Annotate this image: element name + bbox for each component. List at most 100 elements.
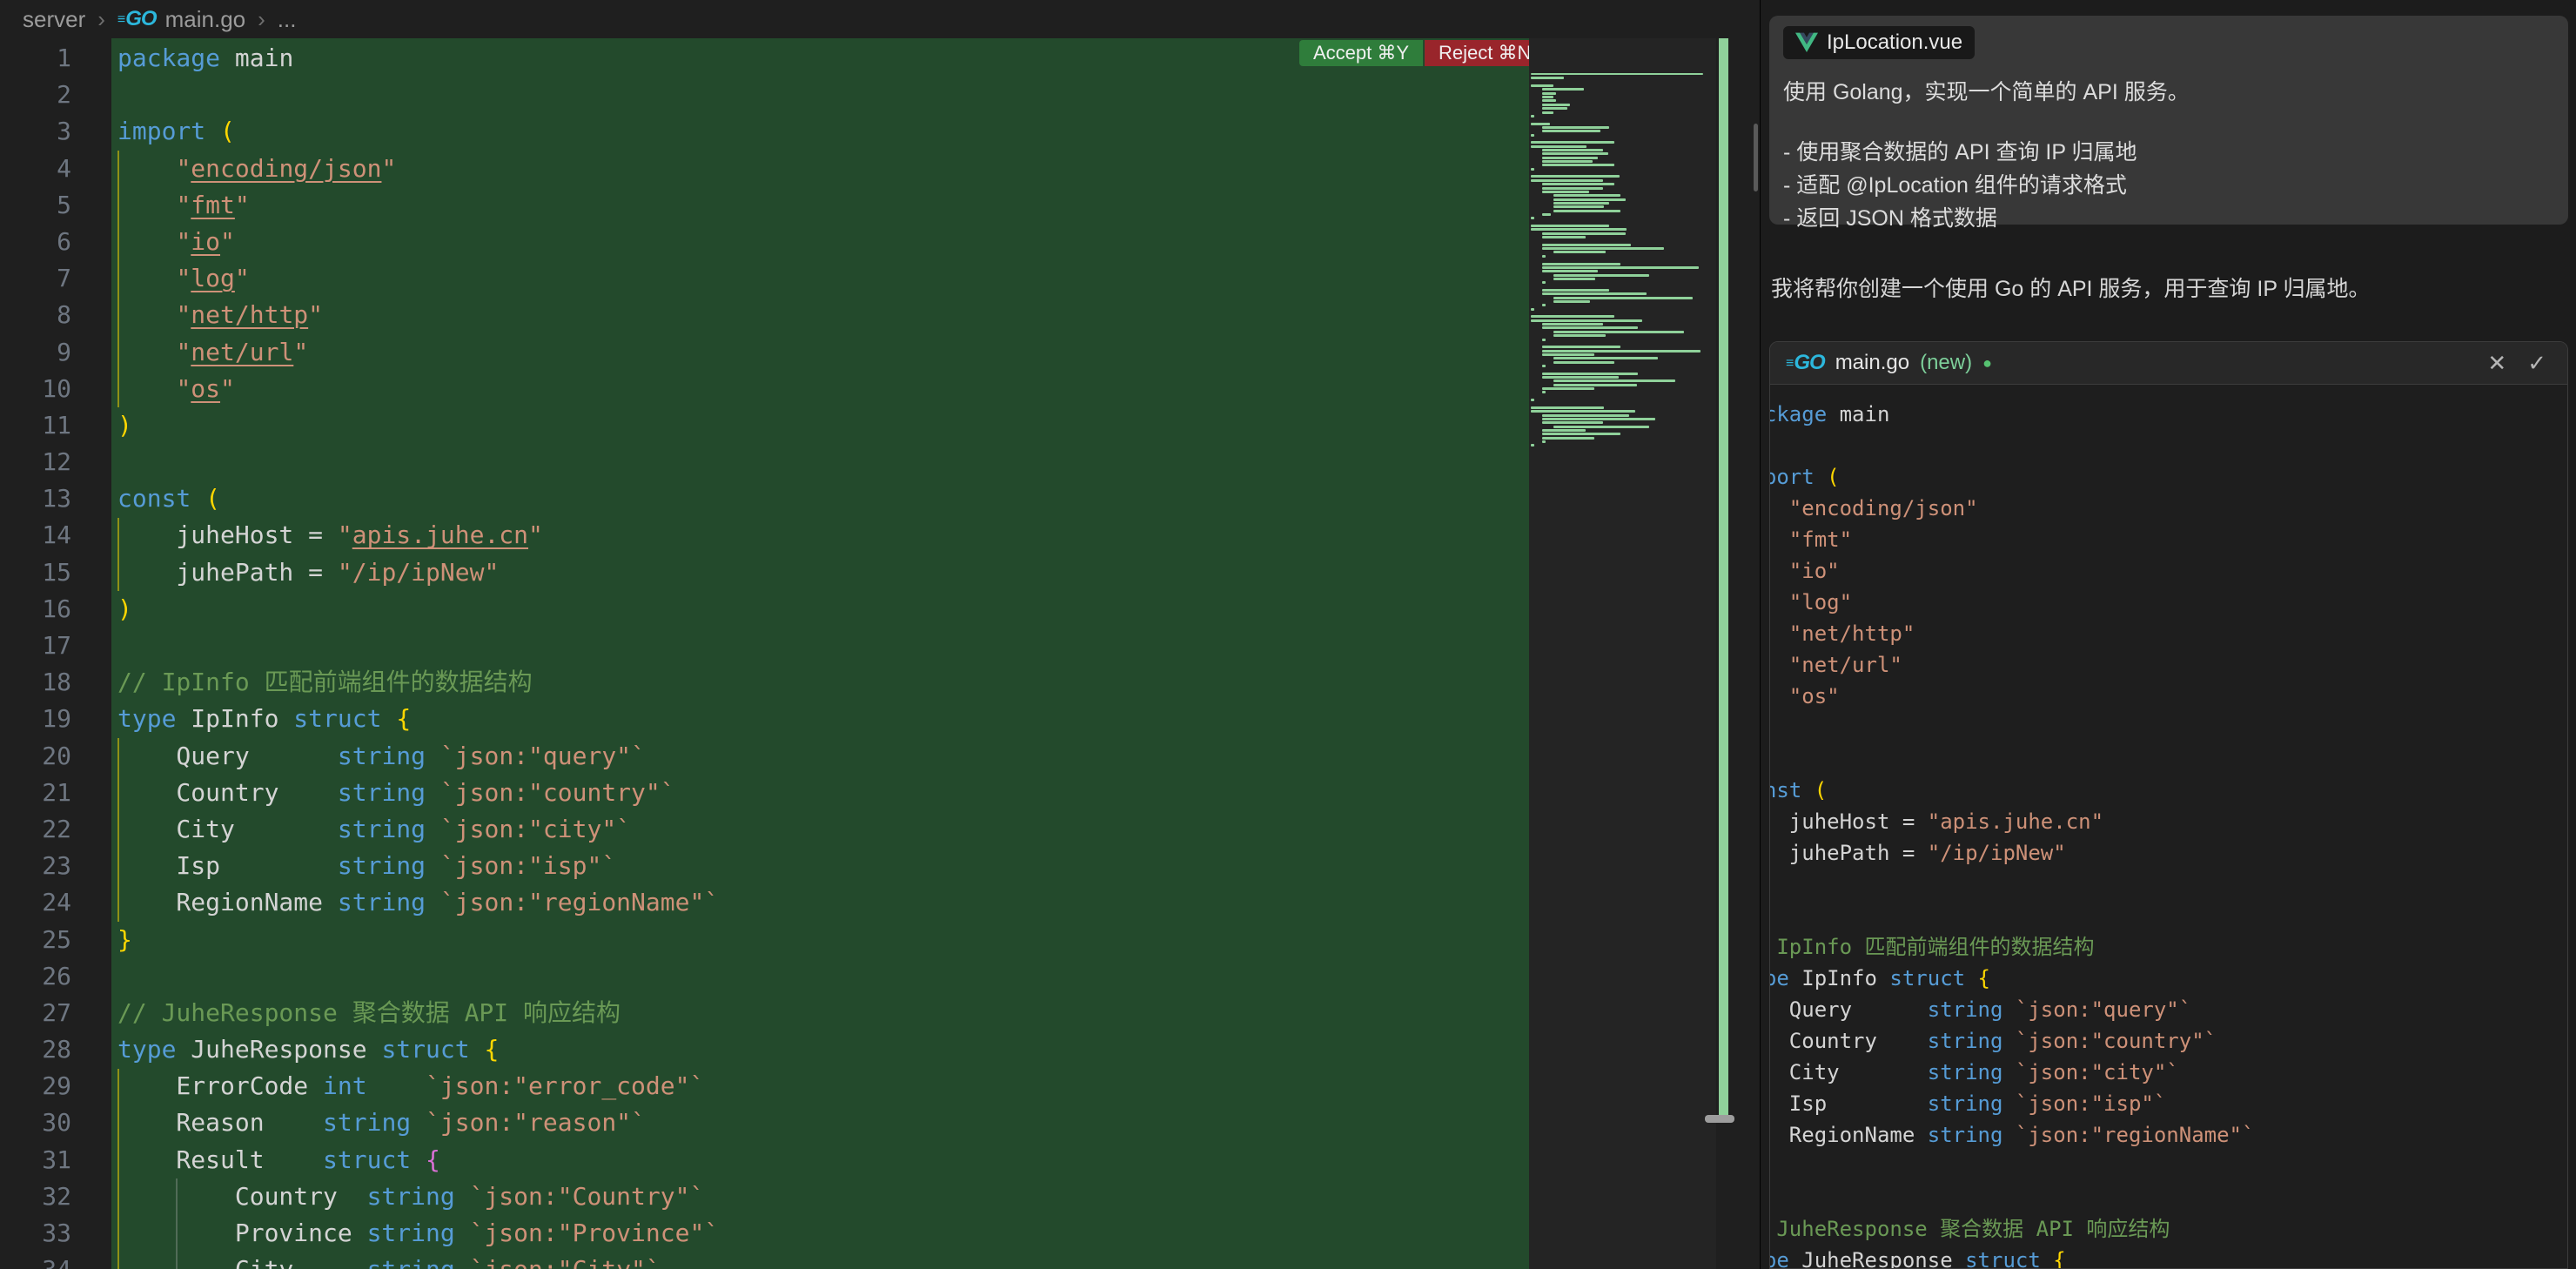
minimap[interactable] (1529, 38, 1716, 1269)
attached-file-name: IpLocation.vue (1827, 30, 1962, 55)
assistant-message-text: 我将帮你创建一个使用 Go 的 API 服务，用于查询 IP 归属地。 (1771, 272, 2563, 303)
panel-code-line: juheHost = "apis.juhe.cn" (1770, 806, 2567, 837)
minimap-line (1553, 334, 1606, 337)
line-number: 2 (0, 77, 71, 113)
minimap-line (1542, 289, 1609, 292)
minimap-line (1531, 410, 1635, 413)
minimap-line (1542, 183, 1614, 185)
panel-code-line: type IpInfo struct { (1770, 963, 2567, 994)
minimap-line (1542, 247, 1664, 250)
minimap-line (1542, 373, 1638, 375)
minimap-line (1542, 281, 1546, 284)
line-number: 17 (0, 628, 71, 664)
panel-code-line: Country string `json:"country"` (1770, 1025, 2567, 1057)
minimap-line (1531, 115, 1534, 118)
code-line: City string `json:"city"` (117, 811, 719, 848)
line-number: 21 (0, 775, 71, 811)
minimap-line (1531, 145, 1587, 148)
code-line: "os" (117, 371, 719, 407)
user-message-bullets: - 使用聚合数据的 API 查询 IP 归属地 - 适配 @IpLocation… (1783, 136, 2554, 235)
code-line: Isp string `json:"isp"` (117, 848, 719, 884)
code-line: "encoding/json" (117, 151, 719, 187)
accept-button[interactable]: Accept ⌘Y (1299, 40, 1423, 66)
chat-scrollbar-thumb[interactable] (1754, 124, 1758, 191)
line-number: 32 (0, 1178, 71, 1215)
minimap-line (1542, 191, 1589, 193)
panel-code-line: "encoding/json" (1770, 493, 2567, 524)
code-line: "log" (117, 260, 719, 297)
minimap-line (1542, 96, 1553, 98)
line-number: 3 (0, 113, 71, 150)
line-number: 12 (0, 444, 71, 480)
indent-guide (117, 518, 119, 591)
code-card-filename[interactable]: main.go (1835, 351, 1909, 375)
minimap-line (1542, 152, 1608, 155)
code-line (117, 628, 719, 664)
code-editor[interactable]: 1234567891011121314151617181920212223242… (0, 38, 1760, 1269)
minimap-line (1553, 210, 1620, 212)
panel-code-line: package main (1770, 399, 2567, 430)
minimap-line (1542, 350, 1701, 352)
code-content: package mainimport ( "encoding/json" "fm… (117, 40, 719, 1269)
minimap-line (1531, 315, 1614, 318)
minimap-line (1531, 217, 1534, 219)
minimap-line (1542, 292, 1647, 295)
code-line: ) (117, 591, 719, 628)
indent-guide (117, 1069, 119, 1269)
minimap-line (1553, 379, 1675, 382)
breadcrumb-file[interactable]: main.go (165, 6, 246, 33)
panel-code-line: type JuheResponse struct { (1770, 1245, 2567, 1269)
minimap-line (1531, 84, 1553, 87)
panel-code-line: const ( (1770, 775, 2567, 806)
minimap-line (1542, 92, 1556, 95)
minimap-line (1542, 88, 1584, 91)
line-number: 19 (0, 701, 71, 737)
minimap-line (1553, 426, 1649, 428)
minimap-line (1542, 323, 1603, 326)
minimap-line (1542, 104, 1570, 106)
line-number: 27 (0, 995, 71, 1031)
accept-code-icon[interactable]: ✓ (2522, 350, 2552, 377)
panel-code-line (1770, 1182, 2567, 1213)
minimap-line (1531, 228, 1627, 231)
vue-logo-icon (1795, 32, 1818, 53)
unsaved-dot-icon: ● (1982, 354, 1992, 373)
minimap-line (1542, 346, 1620, 348)
line-number: 13 (0, 480, 71, 517)
code-line: "io" (117, 224, 719, 260)
panel-code-line (1770, 430, 2567, 461)
panel-code-line: City string `json:"city"` (1770, 1057, 2567, 1088)
code-line: Province string `json:"Province"` (117, 1215, 719, 1252)
minimap-line (1553, 357, 1658, 359)
reject-button[interactable]: Reject ⌘N (1425, 40, 1545, 66)
minimap-line (1531, 168, 1534, 171)
minimap-line (1542, 149, 1603, 151)
minimap-line (1542, 353, 1594, 356)
code-line: RegionName string `json:"regionName"` (117, 884, 719, 921)
reject-code-icon[interactable]: ✕ (2482, 350, 2512, 377)
editor-scrollbar-thumb[interactable] (1705, 1115, 1734, 1123)
line-number: 8 (0, 297, 71, 333)
code-card-body[interactable]: package mainimport ( "encoding/json" "fm… (1770, 385, 2567, 1269)
minimap-line (1542, 107, 1567, 110)
minimap-line (1542, 440, 1546, 443)
attached-file-chip[interactable]: IpLocation.vue (1783, 26, 1975, 59)
minimap-line (1542, 270, 1598, 272)
panel-code-line: "fmt" (1770, 524, 2567, 555)
panel-code-line: "os" (1770, 681, 2567, 712)
minimap-line (1553, 198, 1626, 201)
minimap-line (1542, 387, 1594, 390)
breadcrumb-folder[interactable]: server (23, 6, 85, 33)
line-number: 14 (0, 517, 71, 554)
code-card-content: package mainimport ( "encoding/json" "fm… (1770, 399, 2567, 1269)
line-number-gutter: 1234567891011121314151617181920212223242… (0, 40, 71, 1269)
minimap-line (1542, 339, 1546, 341)
minimap-line (1542, 244, 1631, 246)
breadcrumb-more[interactable]: ... (278, 6, 297, 33)
minimap-line (1542, 111, 1553, 114)
minimap-line (1531, 399, 1534, 401)
minimap-line (1553, 331, 1684, 333)
code-card-header: ≡GO main.go (new) ● ✕ ✓ (1770, 342, 2567, 385)
chevron-right-icon: › (258, 6, 265, 33)
line-number: 24 (0, 884, 71, 921)
